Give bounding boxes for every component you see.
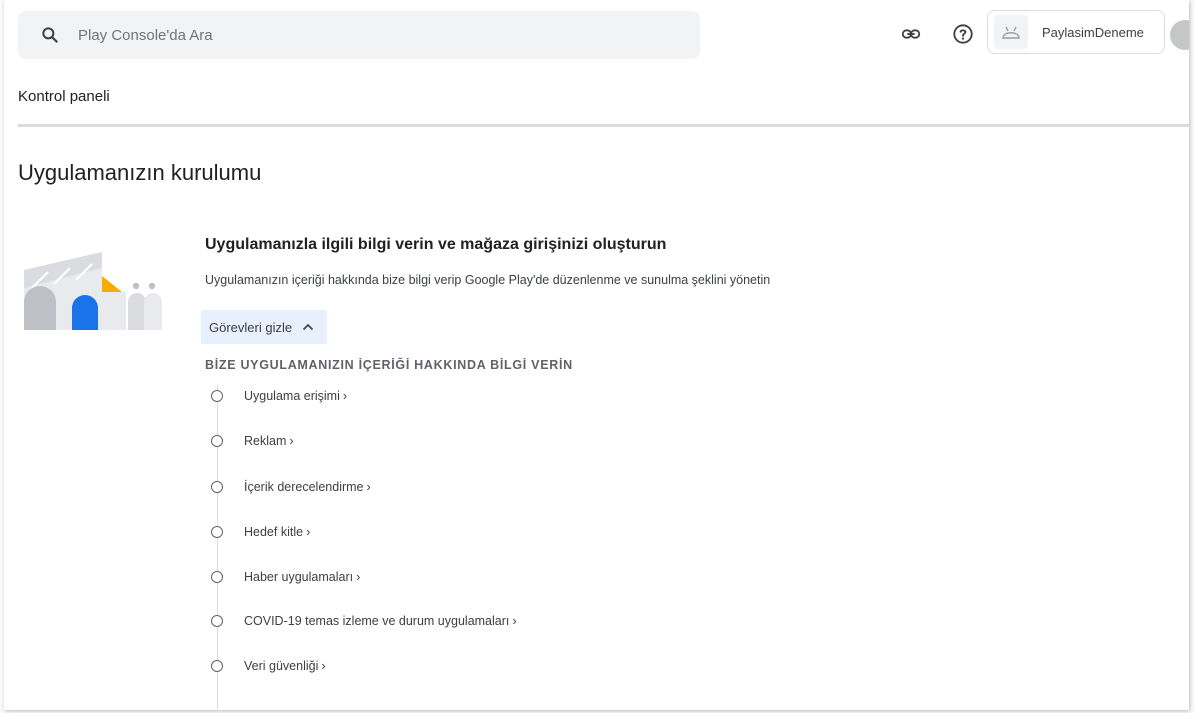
chevron-right-icon: › [321,659,326,673]
task-item[interactable]: Reklam › [211,431,294,451]
task-status-dot [211,526,223,538]
task-label: Hedef kitle [244,525,304,539]
task-label: Uygulama erişimi [244,389,340,403]
hide-tasks-button[interactable]: Görevleri gizle [201,310,327,344]
page-title: Uygulamanızın kurulumu [18,160,262,185]
play-console-window: PaylasimDeneme Kontrol paneli Uygulamanı… [4,0,1189,710]
task-status-dot [211,660,223,672]
link-icon[interactable] [899,22,923,46]
task-item[interactable]: COVID-19 temas izleme ve durum uygulamal… [211,611,517,631]
chevron-right-icon: › [289,434,294,448]
breadcrumb: Kontrol paneli [18,88,110,105]
task-item[interactable]: Veri güvenliği › [211,656,326,676]
hide-tasks-label: Görevleri gizle [209,319,293,335]
search-input[interactable] [78,26,638,44]
chevron-right-icon: › [342,389,348,403]
task-status-dot [211,571,223,583]
android-icon [994,15,1028,49]
task-status-dot [211,615,223,627]
task-label: Reklam [244,434,287,448]
chevron-right-icon: › [356,570,361,584]
chevron-up-icon [302,323,314,331]
setup-illustration [24,252,162,330]
card-description: Uygulamanızın içeriği hakkında bize bilg… [205,273,771,287]
header-divider [18,124,1189,127]
card-title: Uygulamanızla ilgili bilgi verin ve mağa… [205,236,667,253]
avatar[interactable] [1170,20,1189,50]
task-label: İçerik derecelendirme [244,480,364,494]
search-icon [40,25,60,45]
task-item[interactable]: Haber uygulamaları › [211,567,360,587]
chevron-right-icon: › [512,614,517,628]
task-status-dot [211,435,223,447]
help-icon[interactable] [951,22,975,46]
task-group-heading: BİZE UYGULAMANIZIN İÇERİĞİ HAKKINDA BİLG… [205,358,573,372]
task-label: Haber uygulamaları [244,570,354,584]
task-status-dot [211,390,223,402]
task-label: COVID-19 temas izleme ve durum uygulamal… [244,614,510,628]
task-status-dot [211,481,223,493]
app-selector[interactable]: PaylasimDeneme [987,10,1165,54]
app-name: PaylasimDeneme [1042,24,1144,40]
task-item[interactable]: Hedef kitle › [211,522,310,542]
search-bar[interactable] [18,11,700,59]
task-label: Veri güvenliği [244,659,319,673]
task-item[interactable]: İçerik derecelendirme › [211,477,371,497]
chevron-right-icon: › [366,480,371,494]
chevron-right-icon: › [306,525,311,539]
task-item[interactable]: Uygulama erişimi › [211,386,347,406]
